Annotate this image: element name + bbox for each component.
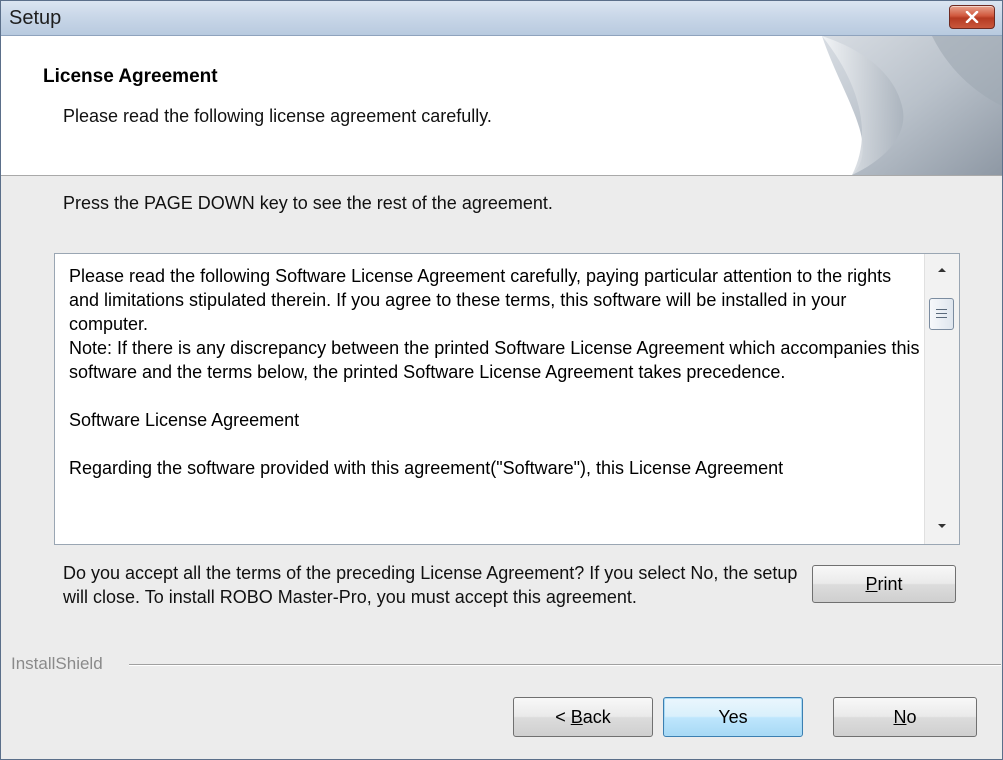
back-button[interactable]: < Back [513,697,653,737]
yes-button[interactable]: Yes [663,697,803,737]
header-panel: License Agreement Please read the follow… [1,36,1002,176]
accept-question: Do you accept all the terms of the prece… [63,563,798,607]
setup-window: Setup License Agreement Please read the … [0,0,1003,760]
print-mnemonic: P [865,573,878,594]
close-button[interactable] [949,5,995,29]
no-label-rest: o [906,706,917,727]
no-button[interactable]: No [833,697,977,737]
instruction-text: Press the PAGE DOWN key to see the rest … [63,193,553,213]
window-title: Setup [9,7,62,29]
installshield-label: InstallShield [11,654,103,673]
back-label-rest: ack [582,706,611,727]
print-label-rest: rint [877,573,903,594]
back-mnemonic: B [570,706,583,727]
license-text: Please read the following Software Licen… [69,266,920,478]
scroll-down-icon[interactable] [935,520,949,532]
license-textbox[interactable]: Please read the following Software Licen… [54,253,960,545]
vertical-scrollbar[interactable] [924,254,959,544]
print-button[interactable]: Print [812,565,956,603]
page-title: License Agreement [43,66,218,87]
close-icon [965,11,979,23]
yes-label: Yes [718,706,748,727]
scroll-thumb[interactable] [929,298,954,330]
no-mnemonic: N [893,706,907,727]
page-subtitle: Please read the following license agreem… [63,106,492,126]
scroll-up-icon[interactable] [935,264,949,276]
page-curl-graphic [822,36,1002,175]
back-label-prefix: < [555,706,571,727]
footer-divider [129,664,1001,666]
title-bar[interactable]: Setup [1,1,1002,36]
